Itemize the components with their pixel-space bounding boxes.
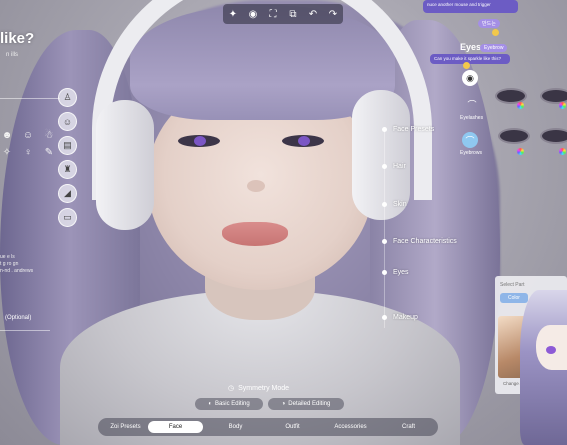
emoji-icon — [492, 29, 499, 36]
menu-line — [384, 128, 385, 328]
menu-dot — [382, 239, 387, 244]
chat-chip-2[interactable]: Eyebrow — [480, 44, 508, 52]
bulb-icon[interactable]: ♀ — [21, 145, 35, 159]
color-wheel-icon[interactable] — [559, 148, 566, 155]
portrait-icon[interactable]: ☺ — [58, 112, 77, 131]
compare-icon[interactable]: ⧉ — [287, 8, 299, 20]
eyelashes-label: Eyelashes — [460, 115, 484, 121]
menu-dot — [382, 127, 387, 132]
left-tool-column: ♙ ☺ ▤ ♜ ◢ ▭ — [58, 88, 77, 227]
magic-icon[interactable]: ✦ — [227, 8, 239, 20]
camera-icon[interactable]: ◉ — [247, 8, 259, 20]
left-small-text: ue e ls t g ro gn n-nd . andrews — [0, 254, 33, 275]
symmetry-label: Symmetry Mode — [238, 384, 290, 392]
left-panel-subtitle: n ills — [6, 52, 19, 58]
left-headphone-cup — [96, 100, 154, 230]
menu-item-makeup[interactable]: Makeup — [382, 314, 418, 321]
optional-divider — [0, 330, 50, 331]
detailed-editing-button[interactable]: ◑ Detailed Editing — [268, 398, 344, 410]
lips — [222, 222, 288, 246]
redo-icon[interactable]: ↷ — [327, 8, 339, 20]
crop-icon[interactable]: ⛶ — [267, 8, 279, 20]
color-wheel-icon[interactable] — [559, 102, 566, 109]
tab-body[interactable]: Body — [208, 421, 263, 433]
menu-dot — [382, 202, 387, 207]
small-text-1: ue e ls — [0, 254, 15, 260]
small-text-2: t g ro gn — [0, 261, 19, 267]
select-part-title: Select Part — [500, 282, 525, 288]
tab-accessories[interactable]: Accessories — [323, 421, 378, 433]
color-wheel-icon[interactable] — [517, 102, 524, 109]
menu-dot — [382, 315, 387, 320]
chat-bubble-1: nuce another mouse and trigger — [423, 0, 518, 13]
pose-icon[interactable]: ♜ — [58, 160, 77, 179]
edit-mode-row: ◐ Basic Editing ◑ Detailed Editing — [0, 398, 567, 412]
emoji-icon — [463, 62, 470, 69]
group-icon[interactable]: ☺ — [21, 128, 35, 142]
left-divider — [0, 98, 60, 99]
menu-label: Face Presets — [393, 126, 435, 133]
body-icon[interactable]: ▭ — [58, 208, 77, 227]
menu-label: Makeup — [393, 314, 418, 321]
menu-dot — [382, 164, 387, 169]
optional-label[interactable]: (Optional) — [5, 315, 31, 321]
basic-editing-label: Basic Editing — [214, 401, 250, 407]
anime-eye — [546, 346, 556, 354]
menu-label: Eyes — [393, 269, 409, 276]
eye-shape-option[interactable] — [498, 128, 530, 144]
top-toolbar: ✦ ◉ ⛶ ⧉ ↶ ↷ — [223, 4, 343, 24]
chat-bubble-2: Can you make it sparkle like this? — [430, 54, 510, 64]
basic-editing-button[interactable]: ◐ Basic Editing — [195, 398, 263, 410]
eye-shape-option[interactable] — [540, 128, 567, 144]
shape-icon[interactable]: ◢ — [58, 184, 77, 203]
small-text-3: n-nd . andrews — [0, 268, 34, 274]
figure-icon[interactable]: ♙ — [58, 88, 77, 107]
menu-item-eyes[interactable]: Eyes — [382, 269, 409, 276]
eyes-title: Eyes — [460, 42, 482, 52]
edit-icon[interactable]: ✎ — [42, 145, 56, 159]
tab-outfit[interactable]: Outfit — [265, 421, 320, 433]
eye-icon[interactable]: ◉ — [462, 70, 478, 86]
menu-dot — [382, 270, 387, 275]
tab-face[interactable]: Face — [148, 421, 203, 433]
symmetry-icon: ◷ — [228, 385, 235, 392]
menu-label: Face Characteristics — [393, 238, 457, 245]
person-icon[interactable]: ☃ — [42, 128, 56, 142]
menu-label: Hair — [393, 163, 406, 170]
menu-item-hair[interactable]: Hair — [382, 163, 406, 170]
left-icon-grid: ☻ ☺ ☃ ✧ ♀ ✎ — [0, 128, 59, 159]
eyebrows-label: Eyebrows — [460, 150, 482, 156]
tab-zoi-presets[interactable]: Zoi Presets — [98, 421, 153, 433]
user-icon[interactable]: ☻ — [0, 128, 14, 142]
left-panel-title: like? — [0, 30, 35, 47]
detailed-edit-icon: ◑ — [281, 401, 286, 407]
chat-chip-1[interactable]: 만드는 — [478, 19, 500, 28]
category-tab-bar: Zoi Presets Face Body Outfit Accessories… — [98, 418, 438, 436]
eyelashes-icon[interactable]: ⌒ — [464, 96, 480, 112]
document-icon[interactable]: ▤ — [58, 136, 77, 155]
color-button[interactable]: Color — [500, 293, 528, 303]
character-viewport[interactable] — [0, 0, 567, 445]
menu-item-skin[interactable]: Skin — [382, 201, 407, 208]
eyebrows-icon[interactable]: ⌒ — [462, 132, 478, 148]
sparkle-icon[interactable]: ✧ — [0, 145, 14, 159]
menu-item-face-presets[interactable]: Face Presets — [382, 126, 434, 133]
detailed-editing-label: Detailed Editing — [288, 401, 331, 407]
symmetry-mode[interactable]: ◷ Symmetry Mode — [228, 384, 290, 393]
basic-edit-icon: ◐ — [208, 401, 212, 407]
menu-label: Skin — [393, 201, 407, 208]
tab-craft[interactable]: Craft — [381, 421, 436, 433]
menu-item-face-characteristics[interactable]: Face Characteristics — [382, 238, 457, 245]
color-wheel-icon[interactable] — [517, 148, 524, 155]
undo-icon[interactable]: ↶ — [307, 8, 319, 20]
